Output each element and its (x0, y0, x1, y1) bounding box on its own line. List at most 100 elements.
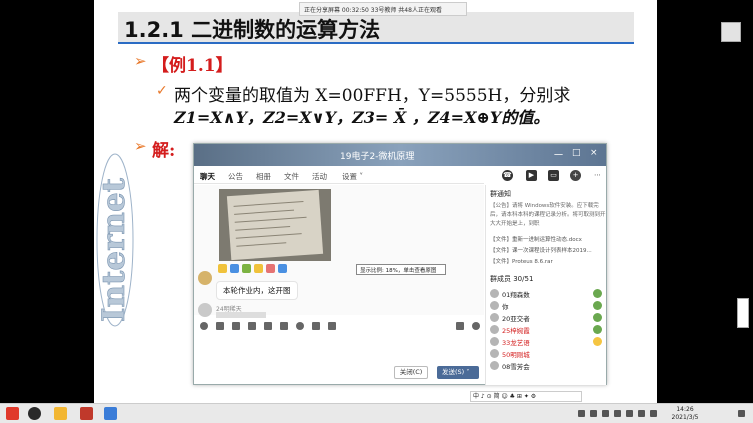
tray-icon[interactable] (614, 410, 621, 417)
group-sidebar: 群通知 【公告】请将 Windows软件安装。应下载完 后，请本科本科的课程记录… (485, 185, 606, 385)
chat-action-icons: ☎ ▶ ▭ + ⋯ (498, 170, 606, 184)
file-item[interactable]: 【文件】课一次课程设计列表样本2019... (490, 246, 592, 254)
notice-line[interactable]: 后，请本科本科的课程记录分析。将可取测到开 (490, 210, 606, 218)
emoji-icon[interactable] (278, 264, 287, 273)
notice-title: 群通知 (490, 190, 511, 198)
minimize-button[interactable]: 一 (554, 148, 563, 161)
member-item[interactable]: 你 (490, 300, 602, 312)
tray-icon[interactable] (626, 410, 633, 417)
member-name: 25梓婉霞 (502, 327, 530, 335)
expand-icon[interactable] (456, 322, 464, 330)
message-bubble[interactable]: 本轮作业内，这开图 (216, 281, 298, 300)
powerpoint-icon[interactable] (80, 407, 93, 420)
reaction-row (218, 264, 287, 275)
phone-icon[interactable]: ☎ (502, 170, 513, 181)
avatar[interactable] (198, 271, 212, 285)
ime-toolbar[interactable]: 中 ♪ ⊙ 简 ☺ ♣ ⊞ ✦ ⚙ (470, 391, 582, 402)
member-item[interactable]: 08雪芳会 (490, 360, 602, 372)
folder-icon[interactable] (248, 322, 256, 330)
member-item[interactable]: 25梓婉霞 (490, 324, 602, 336)
wifi-icon[interactable] (638, 410, 645, 417)
image-tooltip: 显示比例: 18%，单击查看原图 (356, 264, 446, 275)
tab-announcement[interactable]: 公告 (228, 171, 243, 182)
tray-icon[interactable] (602, 410, 609, 417)
member-item[interactable]: 01翔森数 (490, 288, 602, 300)
star-icon (593, 337, 602, 346)
member-name: 33龙艺语 (502, 339, 530, 347)
folder-icon[interactable] (54, 407, 67, 420)
group-chat-window[interactable]: 19电子2-微机原理 一 □ × 聊天 公告 相册 文件 活动 设置 ˅ ☎ ▶… (193, 143, 607, 385)
avatar (490, 301, 499, 310)
qq-icon[interactable] (28, 407, 41, 420)
send-button[interactable]: 发送(S) ˅ (437, 366, 479, 379)
notification-icon[interactable] (738, 410, 745, 417)
emoji-icon[interactable] (230, 264, 239, 273)
notice-line[interactable]: 大大开始是上，到职 (490, 219, 540, 227)
gif-icon[interactable] (216, 322, 224, 330)
member-item[interactable]: 33龙艺语 (490, 336, 602, 348)
tab-activity[interactable]: 活动 (312, 171, 327, 182)
paper-line (234, 216, 307, 223)
avatar (490, 325, 499, 334)
avatar (490, 289, 499, 298)
side-panel-button[interactable] (721, 22, 741, 42)
emoji-icon[interactable] (242, 264, 251, 273)
clock-date: 2021/3/5 (671, 414, 699, 421)
title-underline (118, 42, 634, 44)
screen-icon[interactable]: ▭ (548, 170, 559, 181)
volume-icon[interactable] (650, 410, 657, 417)
tab-album[interactable]: 相册 (256, 171, 271, 182)
members-title[interactable]: 群成员 30/51 (490, 274, 533, 284)
maximize-button[interactable]: □ (572, 148, 581, 158)
file-item[interactable]: 【文件】重新一进制运算性动态.docx (490, 235, 582, 243)
start-icon[interactable] (6, 407, 19, 420)
status-icon (593, 325, 602, 334)
member-item[interactable]: 20亚交者 (490, 312, 602, 324)
slide-title-bar: 1.2.1 二进制数的运算方法 (118, 12, 634, 42)
chat-header[interactable]: 19电子2-微机原理 一 □ × (194, 144, 606, 166)
member-item[interactable]: 50明刚城 (490, 348, 602, 360)
more-icon[interactable] (328, 322, 336, 330)
message-input[interactable]: 关闭(C) 发送(S) ˅ (194, 338, 484, 384)
emoji-icon[interactable] (218, 264, 227, 273)
input-toolbar (194, 322, 484, 336)
photo-icon[interactable] (280, 322, 288, 330)
close-chat-button[interactable]: 关闭(C) (394, 366, 428, 379)
screen: 1.2.1 二进制数的运算方法 正在分享屏幕 00:32:50 33号教师 共4… (0, 0, 753, 423)
member-name: 08雪芳会 (502, 363, 530, 371)
emoji-icon[interactable] (254, 264, 263, 273)
emoji-icon[interactable] (266, 264, 275, 273)
taskbar: 14:26 2021/3/5 (0, 403, 753, 423)
close-button[interactable]: × (590, 148, 598, 158)
file-item[interactable]: 【文件】Proteus 8.6.rar (490, 257, 553, 265)
check-icon: ✓ (156, 83, 168, 99)
internet-logo-text: Internet (96, 177, 132, 322)
scissors-icon[interactable] (232, 322, 240, 330)
history-icon[interactable] (472, 322, 480, 330)
emoji-icon[interactable] (200, 322, 208, 330)
clock[interactable]: 14:26 2021/3/5 (665, 406, 705, 422)
paper-line (235, 225, 291, 231)
avatar[interactable] (198, 303, 212, 317)
tab-chat[interactable]: 聊天 (200, 171, 215, 187)
mic-icon[interactable] (312, 322, 320, 330)
bell-icon[interactable] (296, 322, 304, 330)
image-icon[interactable] (264, 322, 272, 330)
shared-photo[interactable] (219, 189, 331, 261)
tray-icon[interactable] (590, 410, 597, 417)
tab-files[interactable]: 文件 (284, 171, 299, 182)
tab-settings[interactable]: 设置 ˅ (342, 171, 363, 182)
mini-indicator[interactable] (737, 298, 749, 328)
problem-line-2: Z1=X∧Y，Z2=X∨Y，Z3= X̄ ，Z4=X⊕Y的值。 (174, 108, 550, 127)
screen-share-status: 正在分享屏幕 00:32:50 33号教师 共48人正在观看 (299, 2, 467, 16)
tray-icon[interactable] (578, 410, 585, 417)
more-icon[interactable]: ⋯ (592, 170, 603, 181)
example-label: 【例1.1】 (152, 56, 233, 76)
message-area[interactable]: 显示比例: 18%，单击查看原图 本轮作业内，这开图 24明稀天 (194, 185, 484, 318)
clock-time: 14:26 (676, 406, 694, 413)
window-control-hint (722, 8, 742, 18)
add-icon[interactable]: + (570, 170, 581, 181)
app-icon[interactable] (104, 407, 117, 420)
notice-line[interactable]: 【公告】请将 Windows软件安装。应下载完 (490, 201, 599, 209)
video-icon[interactable]: ▶ (526, 170, 537, 181)
